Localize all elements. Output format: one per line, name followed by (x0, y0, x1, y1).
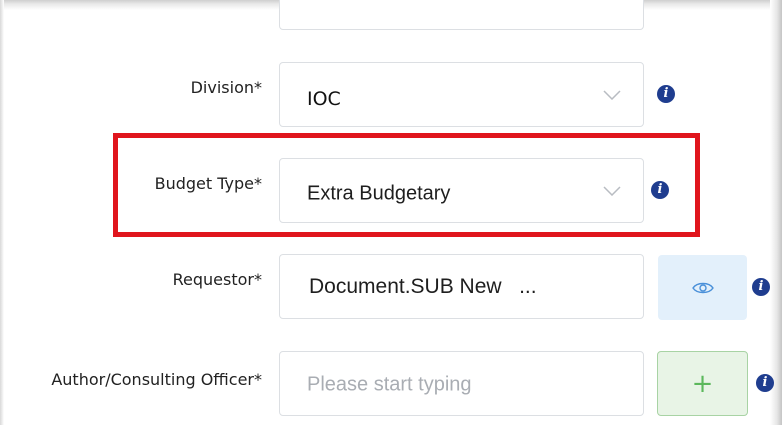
division-label: Division* (190, 78, 262, 97)
budget-type-select[interactable]: Extra Budgetary (279, 158, 644, 223)
window-left-edge (0, 0, 4, 425)
requestor-info-icon[interactable]: i (752, 278, 770, 296)
view-requestor-button[interactable] (658, 255, 747, 320)
author-placeholder: Please start typing (307, 373, 472, 396)
window-right-edge (770, 0, 782, 425)
division-select[interactable]: IOC (279, 62, 644, 127)
budget-type-info-icon[interactable]: i (651, 181, 669, 199)
division-info-icon[interactable]: i (657, 85, 675, 103)
author-label: Author/Consulting Officer* (51, 370, 262, 389)
author-input[interactable]: Please start typing (279, 351, 644, 416)
requestor-label: Requestor* (172, 270, 262, 289)
plus-icon: + (691, 368, 714, 399)
eye-icon (691, 282, 714, 293)
author-info-icon[interactable]: i (756, 374, 774, 392)
chevron-down-icon[interactable] (603, 185, 621, 196)
budget-type-value: Extra Budgetary (307, 182, 451, 205)
division-value: IOC (307, 88, 341, 110)
requestor-value: Document.SUB New ... (309, 275, 537, 298)
budget-type-label: Budget Type* (154, 174, 262, 193)
requestor-field[interactable]: Document.SUB New ... (279, 254, 644, 319)
previous-field[interactable] (279, 0, 644, 30)
chevron-down-icon[interactable] (603, 89, 621, 100)
add-author-button[interactable]: + (657, 351, 748, 416)
